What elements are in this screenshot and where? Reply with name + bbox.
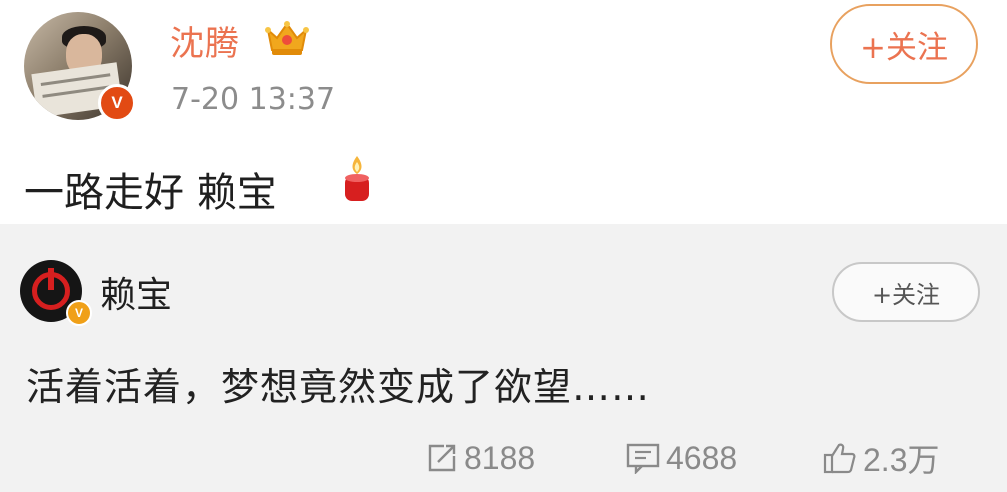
like-action[interactable]: 2.3万	[823, 438, 940, 478]
repost-text: 活着活着，梦想竟然变成了欲望……	[26, 365, 651, 409]
follow-button[interactable]: +关注	[830, 4, 978, 84]
timestamp: 7-20 13:37	[171, 82, 336, 117]
comment-icon	[626, 443, 660, 474]
power-bar-icon	[48, 268, 54, 290]
username[interactable]: 沈腾	[170, 16, 240, 65]
like-count: 2.3万	[863, 442, 940, 478]
repost-count: 8188	[464, 439, 536, 476]
verified-badge-icon: V	[98, 84, 136, 122]
repost-follow-button[interactable]: +关注	[832, 262, 980, 322]
share-icon	[428, 444, 456, 472]
comment-count: 4688	[666, 439, 738, 476]
verified-badge-icon-small: V	[66, 300, 92, 326]
repost-action[interactable]: 8188	[426, 438, 535, 478]
post-text: 一路走好 赖宝	[24, 170, 277, 216]
crown-icon	[265, 21, 309, 55]
comment-action[interactable]: 4688	[626, 438, 737, 478]
repost-username[interactable]: 赖宝	[100, 266, 172, 318]
thumbs-up-icon	[823, 443, 856, 474]
candle-icon	[345, 156, 369, 201]
post-header: V 沈腾 7-20 13:37 +关注 一路走好 赖宝	[0, 0, 1007, 216]
